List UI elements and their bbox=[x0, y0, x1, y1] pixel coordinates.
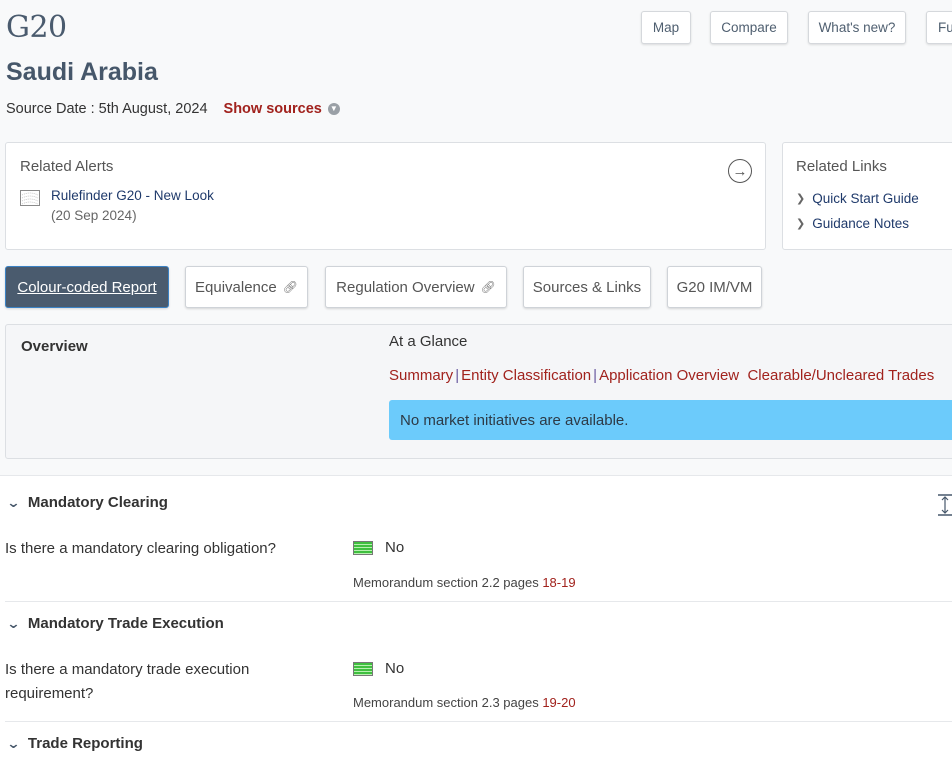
separator: | bbox=[455, 367, 460, 384]
whats-new-button[interactable]: What's new? bbox=[808, 11, 906, 44]
section-title: Trade Reporting bbox=[27, 735, 143, 752]
source-date: Source Date : 5th August, 2024 bbox=[6, 101, 208, 117]
show-sources-toggle[interactable]: Show sources ▼ bbox=[224, 101, 340, 117]
expand-collapse-all-icon[interactable] bbox=[938, 494, 952, 516]
answer-value: No bbox=[385, 660, 405, 677]
related-alerts-card: Related Alerts Rulefinder G20 - New Look… bbox=[5, 142, 766, 250]
link-quick-start-guide[interactable]: ❯ Quick Start Guide bbox=[796, 186, 952, 211]
link-guidance-notes[interactable]: ❯ Guidance Notes bbox=[796, 211, 952, 236]
alert-date: (20 Sep 2024) bbox=[51, 208, 137, 223]
link-entity-classification[interactable]: Entity Classification bbox=[461, 367, 591, 384]
chevron-down-icon: ⌄ bbox=[6, 494, 21, 510]
chevron-right-icon: ❯ bbox=[796, 193, 806, 205]
section-title: Mandatory Trade Execution bbox=[27, 615, 224, 632]
memo-text: Memorandum section 2.2 pages bbox=[353, 575, 543, 590]
link-summary[interactable]: Summary bbox=[389, 367, 453, 384]
related-links-card: Related Links ❯ Quick Start Guide ❯ Guid… bbox=[782, 142, 952, 250]
tab-label: G20 IM/VM bbox=[676, 278, 753, 296]
chevron-down-icon: ⌄ bbox=[6, 735, 21, 751]
related-links-title: Related Links bbox=[796, 158, 887, 175]
answer: No bbox=[353, 539, 404, 556]
status-green-icon bbox=[353, 661, 373, 676]
memo-text: Memorandum section 2.3 pages bbox=[353, 695, 543, 710]
tab-label: Equivalence bbox=[195, 278, 277, 296]
link-clearable-uncleared-trades[interactable]: Clearable/Uncleared Trades bbox=[747, 367, 934, 384]
chevron-down-icon: ▼ bbox=[327, 103, 340, 115]
section-mandatory-trade-execution[interactable]: ⌄ Mandatory Trade Execution bbox=[6, 615, 224, 632]
chevron-right-icon: ❯ bbox=[796, 218, 806, 230]
show-sources-label: Show sources bbox=[223, 101, 322, 117]
section-mandatory-clearing[interactable]: ⌄ Mandatory Clearing bbox=[6, 494, 168, 511]
link-icon: 🔗︎ bbox=[282, 280, 298, 294]
full-button[interactable]: Fu bbox=[926, 11, 952, 44]
tab-sources-links[interactable]: Sources & Links bbox=[523, 266, 651, 308]
answer: No bbox=[353, 660, 404, 677]
memo-reference: Memorandum section 2.2 pages 18-19 bbox=[353, 575, 576, 590]
arrow-right-circle-icon[interactable]: → bbox=[728, 159, 752, 183]
memo-pages-link[interactable]: 18-19 bbox=[542, 575, 575, 590]
divider bbox=[5, 601, 952, 602]
tab-colour-coded-report[interactable]: Colour-coded Report bbox=[5, 266, 169, 308]
at-a-glance-title: At a Glance bbox=[389, 333, 468, 350]
section-title: Mandatory Clearing bbox=[27, 494, 168, 511]
overview-label: Overview bbox=[21, 338, 88, 355]
tab-label: Regulation Overview bbox=[336, 278, 475, 296]
alert-document-icon bbox=[20, 190, 40, 206]
link-label: Quick Start Guide bbox=[812, 191, 919, 206]
memo-pages-link[interactable]: 19-20 bbox=[542, 695, 575, 710]
tab-label: Colour-coded Report bbox=[17, 278, 157, 296]
memo-reference: Memorandum section 2.3 pages 19-20 bbox=[353, 695, 576, 710]
separator: | bbox=[593, 367, 598, 384]
compare-button[interactable]: Compare bbox=[710, 11, 788, 44]
alert-item: Rulefinder G20 - New Look (20 Sep 2024) bbox=[20, 188, 751, 223]
link-icon: 🔗︎ bbox=[480, 280, 496, 294]
tab-g20-im-vm[interactable]: G20 IM/VM bbox=[667, 266, 762, 308]
page-title: Saudi Arabia bbox=[6, 58, 158, 86]
alert-link[interactable]: Rulefinder G20 - New Look bbox=[51, 188, 214, 203]
related-alerts-title: Related Alerts bbox=[20, 158, 114, 175]
map-button[interactable]: Map bbox=[641, 11, 691, 44]
section-trade-reporting[interactable]: ⌄ Trade Reporting bbox=[6, 735, 143, 752]
link-label: Guidance Notes bbox=[812, 216, 910, 231]
info-alert: No market initiatives are available. bbox=[389, 400, 952, 440]
question: Is there a mandatory clearing obligation… bbox=[5, 540, 276, 557]
chevron-down-icon: ⌄ bbox=[6, 615, 21, 631]
tab-equivalence[interactable]: Equivalence 🔗︎ bbox=[185, 266, 308, 308]
source-line: Source Date : 5th August, 2024 Show sour… bbox=[6, 101, 340, 117]
glance-links: Summary | Entity Classification | Applicatio… bbox=[389, 367, 934, 384]
link-application-overview[interactable]: Application Overview bbox=[599, 367, 739, 384]
divider bbox=[5, 721, 952, 722]
answer-value: No bbox=[385, 539, 405, 556]
brand-title: G20 bbox=[6, 10, 67, 45]
tab-regulation-overview[interactable]: Regulation Overview 🔗︎ bbox=[325, 266, 507, 308]
question: Is there a mandatory trade execution req… bbox=[5, 661, 250, 702]
tab-label: Sources & Links bbox=[532, 278, 642, 296]
status-green-icon bbox=[353, 540, 373, 555]
overview-panel: Overview At a Glance Summary | Entity Clas… bbox=[5, 324, 952, 459]
